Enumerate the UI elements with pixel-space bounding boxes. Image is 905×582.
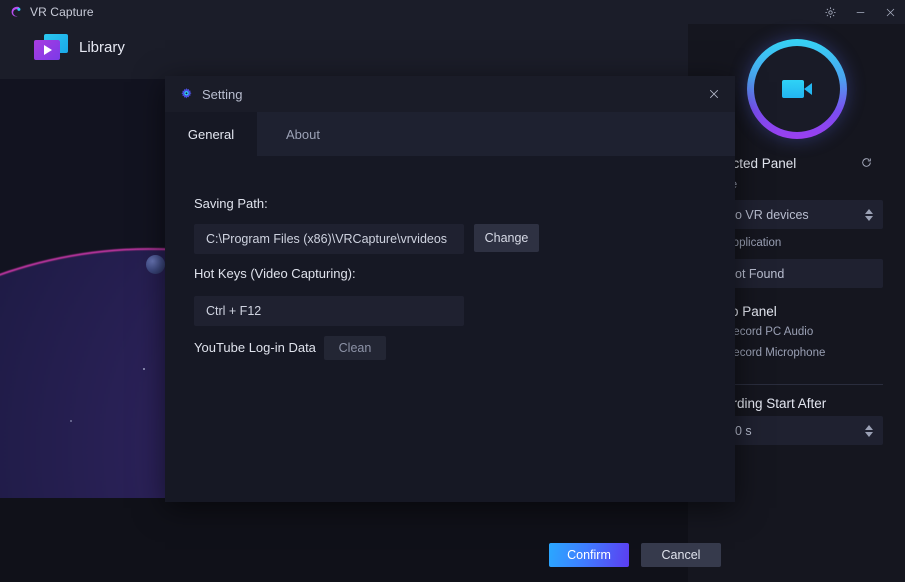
refresh-button[interactable] xyxy=(860,156,873,174)
app-title: VR Capture xyxy=(30,5,94,19)
change-path-button[interactable]: Change xyxy=(474,224,539,252)
application-value-field: ot Found xyxy=(725,259,883,288)
dialog-header: Setting xyxy=(165,76,735,112)
device-select[interactable]: o VR devices xyxy=(725,200,883,229)
dialog-title: Setting xyxy=(202,86,243,102)
tab-about[interactable]: About xyxy=(257,112,349,156)
title-bar: VR Capture xyxy=(0,0,905,24)
minimize-icon xyxy=(856,11,864,13)
app-window: VR Capture Library ected Panel o VR devi… xyxy=(0,0,905,582)
recording-start-after-value: 0 s xyxy=(735,423,752,438)
refresh-icon xyxy=(862,158,871,167)
tab-general[interactable]: General xyxy=(165,112,257,156)
settings-gear-icon xyxy=(181,87,192,98)
nav-item-library[interactable]: Library xyxy=(34,34,125,60)
video-library-icon xyxy=(34,34,68,60)
confirm-button[interactable]: Confirm xyxy=(549,543,629,567)
vr-capture-logo-icon xyxy=(11,6,21,17)
close-button[interactable] xyxy=(875,0,905,24)
cancel-button[interactable]: Cancel xyxy=(641,543,721,567)
dialog-close-button[interactable] xyxy=(703,83,725,105)
bottom-panel-background xyxy=(0,498,688,582)
record-button-inner xyxy=(754,46,840,132)
record-button[interactable] xyxy=(747,39,847,139)
chevron-updown-icon xyxy=(865,208,873,221)
recording-start-after-stepper[interactable]: 0 s xyxy=(725,416,883,445)
dialog-tabs: General About xyxy=(165,112,735,156)
record-microphone-checkbox[interactable]: Record Microphone xyxy=(725,347,825,359)
background-moon xyxy=(146,255,165,274)
minimize-button[interactable] xyxy=(845,0,875,24)
hot-keys-value: Ctrl + F12 xyxy=(206,304,262,318)
settings-gear-button[interactable] xyxy=(815,0,845,24)
record-pc-audio-checkbox[interactable]: Record PC Audio xyxy=(725,326,813,338)
hot-keys-label: Hot Keys (Video Capturing): xyxy=(194,266,356,281)
recording-start-after-label: ording Start After xyxy=(725,396,827,411)
settings-dialog: Setting General About Saving Path: C:\Pr… xyxy=(165,76,735,567)
application-value: ot Found xyxy=(735,266,785,281)
device-select-value: o VR devices xyxy=(735,207,809,222)
background-star xyxy=(143,368,145,370)
saving-path-value: C:\Program Files (x86)\VRCapture\vrvideo… xyxy=(206,232,448,246)
background-star xyxy=(70,420,72,422)
nav-item-library-label: Library xyxy=(79,38,125,56)
panel-divider xyxy=(725,384,883,385)
gear-icon xyxy=(824,6,836,18)
close-icon xyxy=(709,89,719,99)
saving-path-label: Saving Path: xyxy=(194,196,268,211)
saving-path-input[interactable]: C:\Program Files (x86)\VRCapture\vrvideo… xyxy=(194,224,464,254)
youtube-login-data-label: YouTube Log-in Data xyxy=(194,340,316,355)
camcorder-icon xyxy=(782,80,812,98)
chevron-updown-icon xyxy=(865,424,873,437)
close-icon xyxy=(886,8,894,16)
window-controls xyxy=(815,0,905,24)
clean-youtube-data-button[interactable]: Clean xyxy=(324,336,386,360)
dialog-body: Saving Path: C:\Program Files (x86)\VRCa… xyxy=(165,156,735,567)
connected-panel-title: ected Panel xyxy=(725,156,797,171)
hot-keys-input[interactable]: Ctrl + F12 xyxy=(194,296,464,326)
